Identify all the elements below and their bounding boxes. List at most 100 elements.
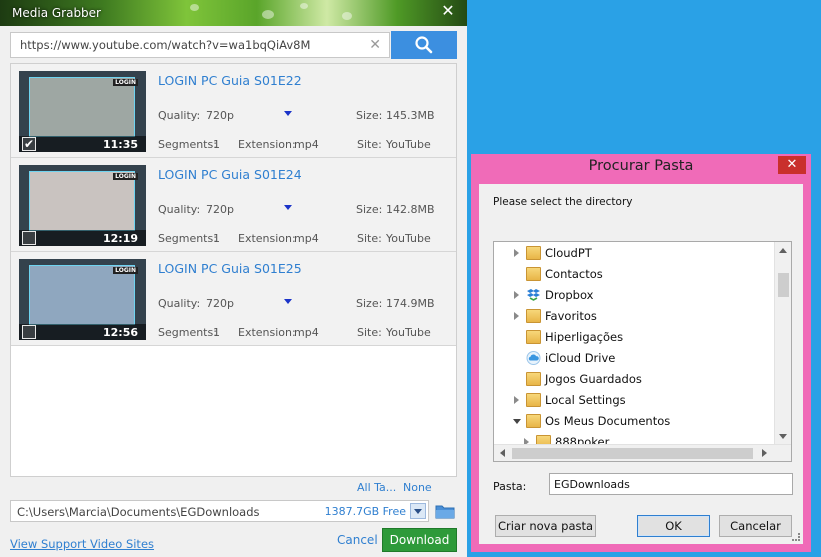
- scroll-up-icon[interactable]: [779, 248, 787, 253]
- title-bar[interactable]: Media Grabber ✕: [0, 0, 467, 26]
- quality-label: Quality:: [158, 297, 201, 310]
- tree-item-label: Favoritos: [545, 309, 597, 323]
- folder-icon: [526, 246, 541, 260]
- cancel-link[interactable]: Cancel: [337, 533, 378, 547]
- segments-value: 1: [213, 326, 220, 339]
- select-none-link[interactable]: None: [403, 481, 432, 494]
- quality-dropdown-icon[interactable]: [284, 299, 292, 304]
- leaf-drop-decoration: [262, 10, 274, 19]
- collapse-icon[interactable]: [513, 419, 521, 424]
- tree-item-label: Local Settings: [545, 393, 626, 407]
- download-button[interactable]: Download: [382, 528, 457, 552]
- new-folder-button[interactable]: Criar nova pasta: [495, 515, 596, 537]
- tree-item[interactable]: Hiperligações: [494, 327, 774, 348]
- dropbox-icon: [527, 289, 540, 301]
- video-title[interactable]: LOGIN PC Guia S01E25: [158, 261, 302, 276]
- path-dropdown-icon[interactable]: [410, 503, 426, 519]
- save-path-field[interactable]: C:\Users\Marcia\Documents\EGDownloads 13…: [10, 500, 429, 522]
- tree-item-label: Hiperligações: [545, 330, 624, 344]
- tree-item[interactable]: Local Settings: [494, 390, 774, 411]
- site-label: Site:: [357, 326, 382, 339]
- size-value: 142.8MB: [386, 203, 435, 216]
- video-item[interactable]: LOGIN 12:19 LOGIN PC Guia S01E24 Quality…: [11, 158, 456, 252]
- browse-folder-icon[interactable]: [434, 502, 456, 520]
- video-item[interactable]: LOGIN 12:56 LOGIN PC Guia S01E25 Quality…: [11, 252, 456, 346]
- size-value: 174.9MB: [386, 297, 435, 310]
- media-grabber-window: Media Grabber ✕ ✕ LOGIN 11:35 ✔ LOGIN PC…: [0, 0, 467, 557]
- expand-icon[interactable]: [514, 291, 519, 299]
- quality-value[interactable]: 720p: [206, 109, 234, 122]
- site-value: YouTube: [386, 232, 431, 245]
- select-checkbox[interactable]: ✔: [22, 137, 36, 151]
- tree-item-label: Dropbox: [545, 288, 594, 302]
- tree-item-label: Os Meus Documentos: [545, 414, 671, 428]
- tree-item[interactable]: iCloud Drive: [494, 348, 774, 369]
- expand-icon[interactable]: [514, 396, 519, 404]
- segments-value: 1: [213, 232, 220, 245]
- extension-label: Extension:: [238, 232, 296, 245]
- thumbnail-image: [29, 171, 135, 231]
- scroll-thumb[interactable]: [778, 273, 789, 297]
- channel-logo: LOGIN: [113, 79, 138, 86]
- ok-button[interactable]: OK: [637, 515, 710, 537]
- support-sites-link[interactable]: View Support Video Sites: [10, 537, 154, 551]
- duration: 12:19: [102, 232, 138, 245]
- expand-icon[interactable]: [514, 312, 519, 320]
- video-item[interactable]: LOGIN 11:35 ✔ LOGIN PC Guia S01E22 Quali…: [11, 64, 456, 158]
- search-button[interactable]: [391, 31, 457, 59]
- site-label: Site:: [357, 138, 382, 151]
- video-thumbnail[interactable]: LOGIN 11:35 ✔: [19, 71, 146, 152]
- tree-item[interactable]: Contactos: [494, 264, 774, 285]
- extension-label: Extension:: [238, 326, 296, 339]
- folder-tree[interactable]: CloudPT Contactos Dropbox Favoritos Hipe…: [493, 241, 792, 462]
- leaf-drop-decoration: [190, 4, 199, 11]
- quality-dropdown-icon[interactable]: [284, 111, 292, 116]
- channel-logo: LOGIN: [113, 173, 138, 180]
- extension-value: mp4: [294, 232, 319, 245]
- segments-label: Segments:: [158, 232, 217, 245]
- dialog-close-icon[interactable]: ✕: [778, 156, 806, 174]
- resize-grip-icon[interactable]: [792, 533, 800, 541]
- leaf-drop-decoration: [342, 12, 352, 20]
- tree-item-label: Contactos: [545, 267, 603, 281]
- tree-item[interactable]: CloudPT: [494, 243, 774, 264]
- contacts-folder-icon: [526, 267, 541, 281]
- documents-folder-icon: [526, 414, 541, 428]
- close-icon[interactable]: ✕: [439, 2, 457, 20]
- tree-item[interactable]: Jogos Guardados: [494, 369, 774, 390]
- size-label: Size:: [356, 297, 383, 310]
- select-all-link[interactable]: All Ta...: [357, 481, 396, 494]
- leaf-drop-decoration: [300, 3, 308, 9]
- video-thumbnail[interactable]: LOGIN 12:19: [19, 165, 146, 246]
- tree-item[interactable]: Favoritos: [494, 306, 774, 327]
- folder-name-input[interactable]: [549, 473, 793, 495]
- scroll-left-icon[interactable]: [500, 449, 505, 457]
- tree-item[interactable]: Dropbox: [494, 285, 774, 306]
- url-input[interactable]: [11, 33, 361, 57]
- dialog-body: Please select the directory CloudPT Cont…: [479, 184, 803, 544]
- icloud-icon: [526, 351, 541, 365]
- size-label: Size:: [356, 203, 383, 216]
- clear-icon[interactable]: ✕: [369, 37, 381, 53]
- video-title[interactable]: LOGIN PC Guia S01E22: [158, 73, 302, 88]
- quality-value[interactable]: 720p: [206, 297, 234, 310]
- expand-icon[interactable]: [514, 249, 519, 257]
- video-thumbnail[interactable]: LOGIN 12:56: [19, 259, 146, 340]
- vertical-scrollbar[interactable]: [774, 242, 791, 445]
- quality-dropdown-icon[interactable]: [284, 205, 292, 210]
- tree-item-label: Jogos Guardados: [545, 372, 642, 386]
- select-checkbox[interactable]: [22, 231, 36, 245]
- channel-logo: LOGIN: [113, 267, 138, 274]
- favorites-folder-icon: [526, 309, 541, 323]
- scroll-thumb[interactable]: [512, 448, 753, 459]
- horizontal-scrollbar[interactable]: [494, 444, 791, 461]
- size-label: Size:: [356, 109, 383, 122]
- quality-value[interactable]: 720p: [206, 203, 234, 216]
- cancel-button[interactable]: Cancelar: [719, 515, 792, 537]
- video-title[interactable]: LOGIN PC Guia S01E24: [158, 167, 302, 182]
- select-checkbox[interactable]: [22, 325, 36, 339]
- scroll-down-icon[interactable]: [779, 434, 787, 439]
- links-folder-icon: [526, 330, 541, 344]
- scroll-right-icon[interactable]: [762, 449, 767, 457]
- tree-item[interactable]: Os Meus Documentos: [494, 411, 774, 432]
